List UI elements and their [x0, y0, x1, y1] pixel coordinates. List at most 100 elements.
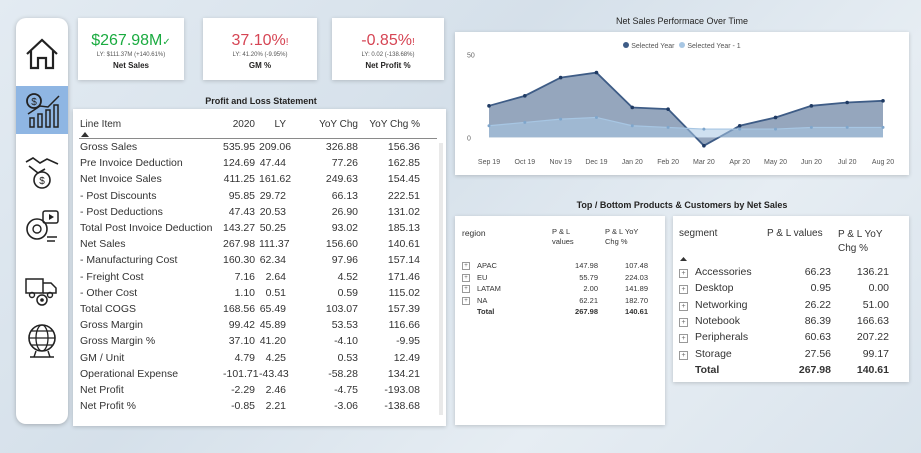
data-point[interactable]	[558, 75, 563, 80]
sort-ascending-icon[interactable]	[81, 132, 89, 137]
marketing-icon	[26, 210, 59, 242]
pl-row[interactable]: Pre Invoice Deduction 124.69 47.44 77.26 162…	[73, 157, 446, 173]
data-point[interactable]	[630, 124, 634, 128]
segment-yoy: 166.63	[856, 314, 889, 327]
data-point[interactable]	[487, 124, 491, 128]
nav-marketing-button[interactable]	[22, 206, 62, 246]
data-point[interactable]	[737, 123, 742, 128]
segment-header-yoy[interactable]: P & L YoY Chg %	[838, 228, 896, 256]
y-tick-label: 50	[467, 52, 475, 59]
expand-icon[interactable]: +	[679, 285, 688, 295]
pl-line-item: Total Post Invoice Deduction	[80, 222, 213, 234]
data-point[interactable]	[845, 100, 849, 105]
region-total-value: 267.98	[575, 307, 598, 316]
expand-icon[interactable]: +	[679, 350, 688, 360]
pl-scrollbar[interactable]	[439, 143, 443, 415]
region-header-yoy[interactable]: P & L YoY Chg %	[605, 227, 650, 247]
nav-sales-button[interactable]: $	[22, 152, 62, 192]
supply-chain-icon	[25, 278, 57, 306]
data-point[interactable]	[594, 70, 599, 75]
segment-header-segment[interactable]: segment	[679, 228, 717, 239]
nav-supply-chain-button[interactable]	[22, 268, 62, 308]
data-point[interactable]	[881, 125, 885, 129]
pl-row[interactable]: Total COGS 168.56 65.49 103.07 157.39	[73, 303, 446, 319]
pl-row[interactable]: - Post Discounts 95.85 29.72 66.13 222.51	[73, 190, 446, 206]
segment-total-value: 267.98	[798, 363, 831, 376]
data-point[interactable]	[738, 127, 742, 131]
data-point[interactable]	[523, 94, 527, 98]
data-point[interactable]	[702, 127, 706, 131]
segment-table[interactable]: segment P & L values P & L YoY Chg % + Ac…	[673, 216, 909, 382]
pl-row[interactable]: Net Invoice Sales 411.25 161.62 249.63 154.4…	[73, 173, 446, 189]
kpi-net-sales-card[interactable]: $267.98M✓ LY: $111.37M (+140.61%) Net Sa…	[78, 18, 184, 80]
expand-icon[interactable]: +	[462, 273, 470, 282]
pl-line-item: Net Profit %	[80, 400, 137, 413]
x-tick-label: Mar 20	[693, 159, 715, 166]
expand-icon[interactable]: +	[679, 334, 688, 344]
data-point[interactable]	[559, 117, 563, 121]
region-yoy: 182.70	[625, 295, 648, 305]
pl-header-ly[interactable]: LY	[264, 119, 287, 130]
pl-line-item: Operational Expense	[80, 367, 179, 380]
pl-row[interactable]: Net Sales 267.98 111.37 156.60 140.61	[73, 238, 446, 254]
pl-row[interactable]: Net Profit -2.29 2.46 -4.75 -193.08	[73, 384, 446, 400]
data-point[interactable]	[773, 115, 778, 120]
kpi-gm-card[interactable]: 37.10%! LY: 41.20% (-9.95%) GM %	[203, 18, 317, 80]
net-sales-chart[interactable]: 0 50 Sep 19 Oct 19 Nov 19 Dec 19 Jan 20 Feb 20 M…	[455, 32, 909, 175]
segment-header-values[interactable]: P & L values	[767, 228, 823, 239]
data-point[interactable]	[774, 127, 778, 131]
segment-name: Desktop	[695, 282, 734, 295]
pl-row[interactable]: - Manufacturing Cost 160.30 62.34 97.96 157.…	[73, 254, 446, 270]
pl-header-yoy-chg-pct[interactable]: YoY Chg %	[365, 119, 420, 130]
pl-cell: 411.25	[223, 173, 255, 186]
pl-row[interactable]: Gross Margin % 37.10 41.20 -4.10 -9.95	[73, 335, 446, 351]
expand-icon[interactable]: +	[462, 262, 470, 270]
expand-icon[interactable]: +	[679, 269, 688, 278]
pl-row[interactable]: - Other Cost 1.10 0.51 0.59 115.02	[73, 287, 446, 303]
nav-executive-button[interactable]	[22, 320, 62, 360]
expand-icon[interactable]: +	[679, 301, 688, 311]
expand-icon[interactable]: +	[679, 317, 688, 327]
segment-name: Notebook	[695, 314, 740, 327]
expand-icon[interactable]: +	[462, 285, 470, 293]
data-point[interactable]	[702, 143, 706, 148]
pl-cell: 41.20	[259, 335, 286, 348]
data-point[interactable]	[809, 104, 814, 108]
region-header-region[interactable]: region	[462, 228, 486, 238]
data-point[interactable]	[881, 99, 885, 103]
navigation-bar: $ $	[16, 18, 68, 424]
pl-row[interactable]: - Freight Cost 7.16 2.64 4.52 171.46	[73, 271, 446, 287]
pl-cell: 185.13	[387, 222, 420, 234]
pl-row[interactable]: Operational Expense -101.71 -43.43 -58.28 13…	[73, 368, 446, 384]
pl-header-line-item[interactable]: Line Item	[80, 119, 121, 130]
data-point[interactable]	[630, 105, 635, 110]
pl-header-yoy-chg[interactable]: YoY Chg	[313, 119, 358, 130]
pl-row[interactable]: Net Profit % -0.85 2.21 -3.06 -138.68	[73, 400, 446, 416]
region-table[interactable]: region P & L values P & L YoY Chg % + APA…	[455, 216, 665, 425]
nav-home-button[interactable]	[22, 34, 62, 74]
data-point[interactable]	[845, 125, 849, 129]
expand-icon[interactable]: +	[462, 296, 470, 305]
nav-finance-button[interactable]: $	[16, 86, 68, 134]
pl-table[interactable]: Line Item 2020 LY YoY Chg YoY Chg % Gros…	[73, 109, 446, 426]
sort-ascending-icon[interactable]	[680, 257, 687, 261]
data-point[interactable]	[487, 104, 491, 108]
data-point[interactable]	[809, 125, 813, 129]
pl-row[interactable]: Total Post Invoice Deduction 143.27 50.25 9…	[73, 222, 446, 238]
pl-cell: -4.10	[334, 335, 358, 348]
pl-row[interactable]: - Post Deductions 47.43 20.53 26.90 131.02	[73, 206, 446, 222]
pl-cell: 0.51	[265, 286, 286, 299]
pl-row[interactable]: GM / Unit 4.79 4.25 0.53 12.49	[73, 352, 446, 368]
pl-row[interactable]: Gross Margin 99.42 45.89 53.53 116.66	[73, 319, 446, 335]
kpi-net-profit-card[interactable]: -0.85%! LY: 0.02 (-138.68%) Net Profit %	[332, 18, 444, 80]
x-tick-label: Jul 20	[838, 159, 857, 166]
pl-header-2020[interactable]: 2020	[223, 119, 255, 130]
pl-row[interactable]: Gross Sales 535.95 209.06 326.88 156.36	[73, 141, 446, 157]
kpi-net-profit-value: -0.85%!	[361, 32, 415, 49]
data-point[interactable]	[594, 115, 598, 119]
data-point[interactable]	[666, 107, 670, 111]
data-point[interactable]	[666, 125, 670, 129]
pl-cell: 161.62	[259, 173, 292, 186]
region-header-values[interactable]: P & L values	[552, 227, 584, 247]
data-point[interactable]	[523, 120, 527, 124]
